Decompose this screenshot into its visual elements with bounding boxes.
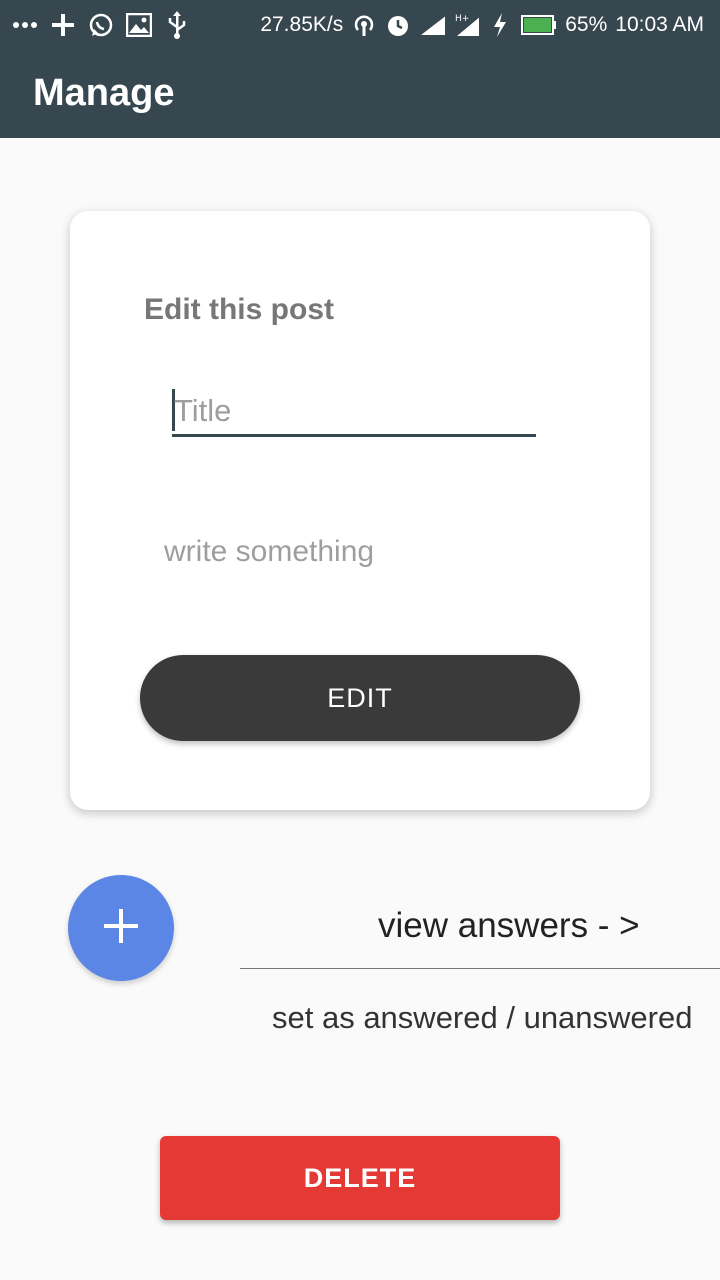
signal-h-icon: H+ (453, 12, 480, 38)
title-input[interactable]: Title (172, 387, 536, 437)
delete-button[interactable]: DELETE (160, 1136, 560, 1220)
body-input[interactable]: write something (164, 535, 584, 579)
divider (240, 968, 720, 969)
plus-icon (50, 12, 76, 38)
battery-icon (521, 12, 557, 38)
svg-text:H+: H+ (455, 14, 469, 24)
alarm-icon (385, 12, 411, 38)
edit-post-card: Edit this post Title write something EDI… (70, 211, 650, 810)
image-icon (126, 12, 152, 38)
status-left-icons (12, 10, 190, 40)
edit-button[interactable]: EDIT (140, 655, 580, 741)
signal-icon (419, 12, 446, 38)
status-right: 27.85K/s H+ 65% 10:03 AM (260, 10, 704, 40)
edit-button-label: EDIT (327, 682, 393, 713)
view-answers-link[interactable]: view answers - > (378, 906, 640, 946)
page-title: Manage (33, 72, 175, 114)
clock: 10:03 AM (615, 13, 704, 36)
delete-button-label: DELETE (303, 1162, 417, 1193)
app-bar: Manage (0, 50, 720, 138)
hotspot-icon (351, 12, 377, 38)
body-placeholder: write something (164, 535, 375, 568)
more-icon (12, 12, 38, 38)
net-speed: 27.85K/s (260, 13, 344, 36)
usb-icon (164, 11, 190, 39)
status-bar: 27.85K/s H+ 65% 10:03 AM (0, 0, 720, 50)
card-heading: Edit this post (144, 293, 334, 326)
charging-icon (487, 12, 513, 38)
plus-icon (101, 906, 141, 951)
whatsapp-icon (88, 12, 114, 38)
battery-percent: 65% (565, 13, 608, 36)
set-answered-toggle[interactable]: set as answered / unanswered (272, 1000, 692, 1036)
add-button[interactable] (68, 875, 174, 981)
title-placeholder: Title (174, 393, 232, 428)
